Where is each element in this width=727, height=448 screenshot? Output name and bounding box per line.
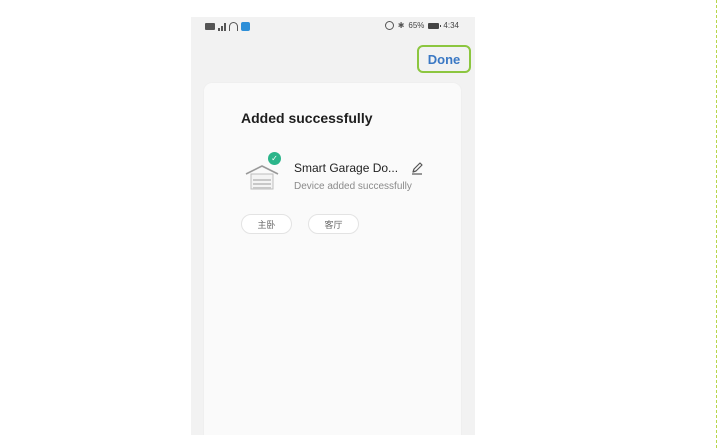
room-chip-living-room[interactable]: 客厅	[308, 214, 359, 234]
status-right: ✱ 65% 4:34	[384, 21, 459, 30]
done-button[interactable]: Done	[417, 45, 471, 73]
room-chip-master-bedroom[interactable]: 主卧	[241, 214, 292, 234]
wifi-icon	[229, 22, 238, 31]
card-title: Added successfully	[241, 110, 373, 126]
status-bar: ✱ 65% 4:34	[191, 17, 475, 37]
clock: 4:34	[443, 21, 459, 30]
check-icon: ✓	[268, 152, 281, 165]
edit-icon[interactable]	[410, 161, 424, 175]
phone-screen: ✱ 65% 4:34 Done Added successfully ✓ Sma…	[191, 17, 475, 435]
signal-icon	[218, 22, 226, 31]
device-row: ✓ Smart Garage Do... Device added succes…	[244, 152, 444, 203]
result-card: Added successfully ✓ Smart Garage Do...	[204, 83, 461, 435]
device-name: Smart Garage Do...	[294, 161, 399, 175]
sim-icon	[205, 23, 215, 30]
dashed-divider	[716, 0, 717, 448]
bluetooth-icon: ✱	[397, 21, 405, 30]
app-notification-icon	[241, 22, 250, 31]
alarm-icon	[384, 21, 394, 30]
screenshot-canvas: ✱ 65% 4:34 Done Added successfully ✓ Sma…	[0, 0, 727, 448]
device-status: Device added successfully	[294, 181, 412, 192]
battery-icon	[428, 22, 442, 29]
status-left	[205, 22, 250, 31]
battery-percent: 65%	[408, 21, 425, 30]
